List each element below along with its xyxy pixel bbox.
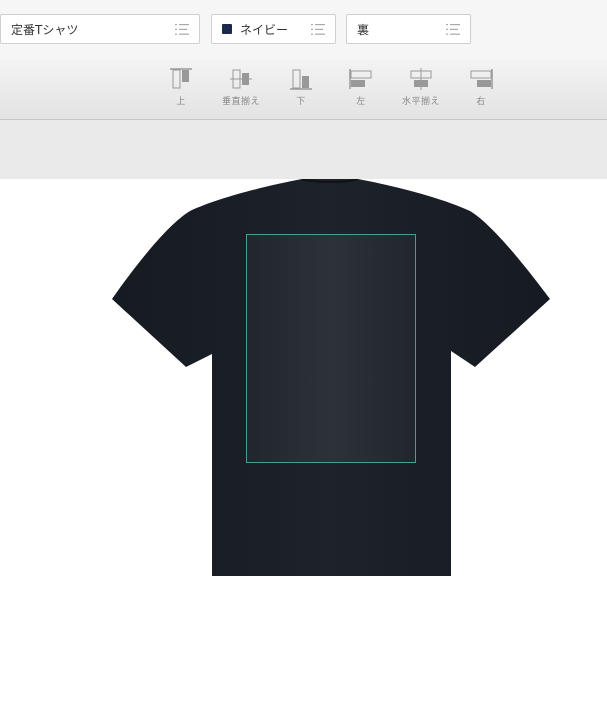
align-right-icon: [470, 69, 493, 89]
align-vcenter-icon: [230, 69, 252, 89]
list-icon: [311, 24, 325, 35]
align-right-label: 右: [476, 97, 486, 107]
align-bottom-label: 下: [296, 97, 306, 107]
align-right-button[interactable]: 右: [456, 68, 506, 116]
align-left-icon: [349, 69, 372, 89]
design-canvas: [0, 179, 607, 710]
align-left-label: 左: [356, 97, 366, 107]
product-select-value: 定番Tシャツ: [11, 22, 79, 37]
align-bottom-icon: [290, 69, 312, 90]
alignment-toolbar: 上 垂直揃え 下 左 水平揃え 右: [0, 60, 607, 120]
color-select[interactable]: ネイビー: [211, 14, 336, 44]
print-area[interactable]: [246, 234, 416, 463]
list-icon: [446, 24, 460, 35]
align-left-button[interactable]: 左: [336, 68, 386, 116]
align-hcenter-button[interactable]: 水平揃え: [396, 68, 446, 116]
align-top-label: 上: [176, 97, 186, 107]
product-options-bar: 定番Tシャツ ネイビー 裏: [0, 0, 607, 60]
align-hcenter-icon: [410, 68, 432, 90]
align-top-icon: [170, 68, 192, 89]
side-select[interactable]: 裏: [346, 14, 471, 44]
list-icon: [175, 24, 189, 35]
align-top-button[interactable]: 上: [156, 68, 206, 116]
align-bottom-button[interactable]: 下: [276, 68, 326, 116]
align-vcenter-button[interactable]: 垂直揃え: [216, 68, 266, 116]
toolbar-spacer: [0, 120, 607, 179]
align-vcenter-label: 垂直揃え: [221, 97, 260, 107]
align-hcenter-label: 水平揃え: [401, 97, 440, 107]
color-swatch: [222, 24, 232, 34]
side-select-value: 裏: [357, 22, 370, 37]
product-select[interactable]: 定番Tシャツ: [0, 14, 200, 44]
color-select-value: ネイビー: [240, 22, 289, 37]
